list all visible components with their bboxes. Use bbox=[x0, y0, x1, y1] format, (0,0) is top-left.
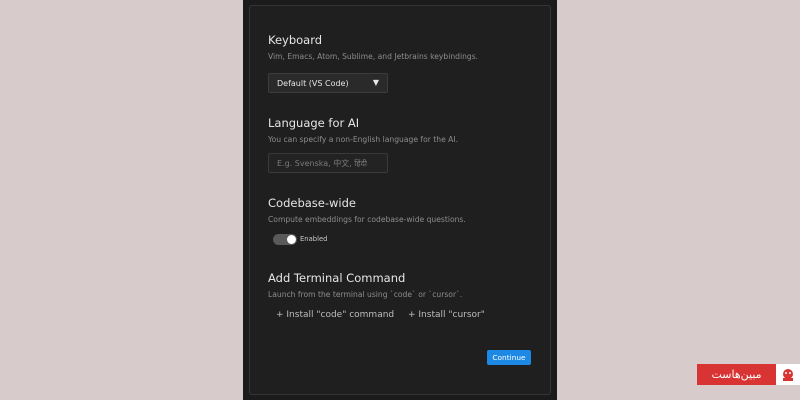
watermark-logo: مبین‌هاست bbox=[697, 364, 800, 385]
codebase-title: Codebase-wide bbox=[268, 196, 356, 210]
terminal-description: Launch from the terminal using `code` or… bbox=[268, 290, 463, 299]
watermark-text: مبین‌هاست bbox=[697, 364, 776, 385]
language-input[interactable] bbox=[268, 153, 388, 173]
terminal-title: Add Terminal Command bbox=[268, 271, 406, 285]
toggle-knob bbox=[287, 235, 296, 244]
keybinding-select[interactable]: Default (VS Code) ▼ bbox=[268, 73, 388, 93]
language-description: You can specify a non-English language f… bbox=[268, 135, 458, 144]
install-cursor-button[interactable]: + Install "cursor" bbox=[408, 310, 485, 320]
language-title: Language for AI bbox=[268, 116, 360, 130]
watermark-mascot-icon bbox=[776, 364, 800, 385]
keyboard-description: Vim, Emacs, Atom, Sublime, and Jetbrains… bbox=[268, 52, 479, 61]
install-code-button[interactable]: + Install "code" command bbox=[276, 310, 394, 320]
codebase-description: Compute embeddings for codebase-wide que… bbox=[268, 215, 466, 224]
keyboard-title: Keyboard bbox=[268, 33, 323, 47]
codebase-toggle[interactable] bbox=[273, 234, 297, 245]
caret-down-icon: ▼ bbox=[372, 78, 379, 87]
continue-button[interactable]: Continue bbox=[487, 350, 531, 365]
toggle-label: Enabled bbox=[300, 235, 328, 243]
keybinding-select-value: Default (VS Code) bbox=[277, 79, 349, 88]
